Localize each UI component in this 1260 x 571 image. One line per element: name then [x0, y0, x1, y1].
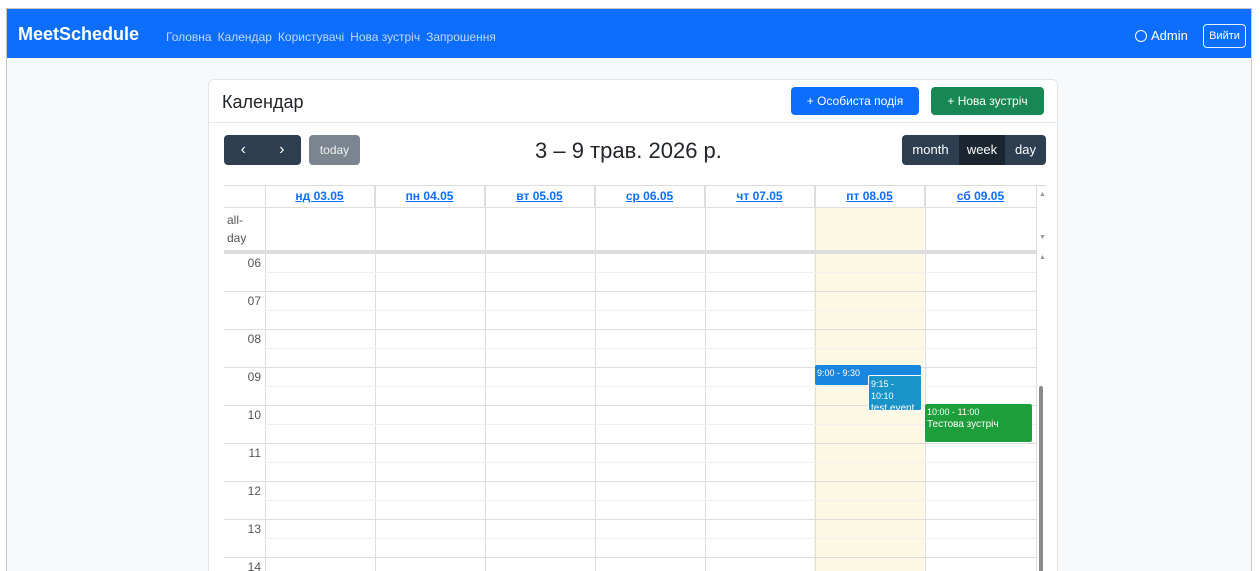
grid-line	[224, 329, 1036, 330]
grid-line	[224, 519, 1036, 520]
hour-label: 09	[247, 370, 261, 384]
grid-line	[265, 538, 1036, 539]
day-header-sat[interactable]: сб 09.05	[925, 186, 1037, 207]
card-header: Календар + Особиста подія + Нова зустріч	[209, 80, 1057, 123]
nav-link-home[interactable]: Головна	[166, 30, 212, 44]
nav-link-new-meeting[interactable]: Нова зустріч	[350, 30, 420, 44]
event-block[interactable]: 9:15 - 10:10 test event	[868, 375, 922, 411]
grid-line	[224, 291, 1036, 292]
scroll-up-icon[interactable]: ▲	[1039, 191, 1046, 198]
hour-label: 13	[247, 522, 261, 536]
allday-label: all-day	[227, 213, 247, 245]
scrollbar-thumb[interactable]	[1039, 386, 1043, 571]
calendar-card: Календар + Особиста подія + Нова зустріч…	[208, 79, 1058, 571]
user-name: Admin	[1151, 28, 1188, 43]
grid-line	[485, 186, 486, 571]
event-block[interactable]: 10:00 - 11:00 Тестова зустріч	[925, 404, 1032, 442]
event-title: test event	[871, 403, 915, 411]
user-menu[interactable]: Admin	[1135, 28, 1188, 43]
add-personal-event-button[interactable]: + Особиста подія	[791, 87, 919, 115]
hour-label: 14	[247, 560, 261, 571]
grid-line	[265, 186, 266, 571]
grid-line	[265, 310, 1036, 311]
hour-label: 07	[247, 294, 261, 308]
day-header-thu[interactable]: чт 07.05	[705, 186, 815, 207]
day-header-sun[interactable]: нд 03.05	[265, 186, 375, 207]
next-week-button[interactable]: ›	[263, 135, 302, 165]
event-time: 10:00 - 11:00	[927, 407, 980, 417]
week-grid: нд 03.05 пн 04.05 вт 05.05 ср 06.05 чт 0…	[224, 185, 1046, 571]
day-header-tue[interactable]: вт 05.05	[485, 186, 595, 207]
hour-label: 10	[247, 408, 261, 422]
top-navbar: MeetSchedule Головна Календар Користувач…	[7, 9, 1251, 58]
grid-line	[265, 500, 1036, 501]
hour-label: 06	[247, 256, 261, 270]
nav-links: Головна Календар Користувачі Нова зустрі…	[166, 30, 496, 44]
grid-line	[224, 207, 1036, 208]
brand-logo[interactable]: MeetSchedule	[18, 24, 139, 45]
scroll-up-icon[interactable]: ▲	[1039, 254, 1046, 261]
day-header-fri[interactable]: пт 08.05	[815, 186, 925, 207]
grid-line	[1036, 186, 1037, 571]
view-month-button[interactable]: month	[902, 135, 959, 165]
grid-line	[925, 186, 926, 571]
grid-line	[224, 481, 1036, 482]
user-circle-icon	[1135, 29, 1147, 42]
view-switcher: month week day	[902, 135, 1046, 165]
day-header-mon[interactable]: пн 04.05	[375, 186, 485, 207]
browser-viewport: MeetSchedule Головна Календар Користувач…	[6, 8, 1252, 571]
grid-line	[595, 186, 596, 571]
page-title: Календар	[222, 92, 304, 112]
grid-line	[375, 186, 376, 571]
grid-line	[265, 272, 1036, 273]
grid-line	[224, 557, 1036, 558]
logout-button[interactable]: Вийти	[1203, 24, 1246, 48]
grid-line	[224, 443, 1036, 444]
nav-link-users[interactable]: Користувачі	[278, 30, 344, 44]
view-week-button[interactable]: week	[959, 135, 1005, 165]
day-header-wed[interactable]: ср 06.05	[595, 186, 705, 207]
today-button[interactable]: today	[309, 135, 360, 165]
event-time: 9:15 - 10:10	[871, 379, 895, 401]
grid-line	[265, 462, 1036, 463]
hour-label: 12	[247, 484, 261, 498]
event-title: Тестова зустріч	[927, 419, 999, 430]
nav-link-invitations[interactable]: Запрошення	[426, 30, 496, 44]
scroll-down-icon[interactable]: ▼	[1039, 234, 1046, 241]
grid-line	[224, 253, 1036, 254]
prev-next-group: ‹ ›	[224, 135, 301, 165]
hour-label: 11	[248, 446, 261, 460]
add-meeting-button[interactable]: + Нова зустріч	[931, 87, 1044, 115]
hour-label: 08	[247, 332, 261, 346]
view-day-button[interactable]: day	[1005, 135, 1046, 165]
prev-week-button[interactable]: ‹	[224, 135, 263, 165]
grid-line	[705, 186, 706, 571]
grid-line	[265, 424, 1036, 425]
calendar-title: 3 – 9 трав. 2026 р.	[535, 138, 722, 163]
nav-link-calendar[interactable]: Календар	[218, 30, 272, 44]
grid-line	[265, 348, 1036, 349]
